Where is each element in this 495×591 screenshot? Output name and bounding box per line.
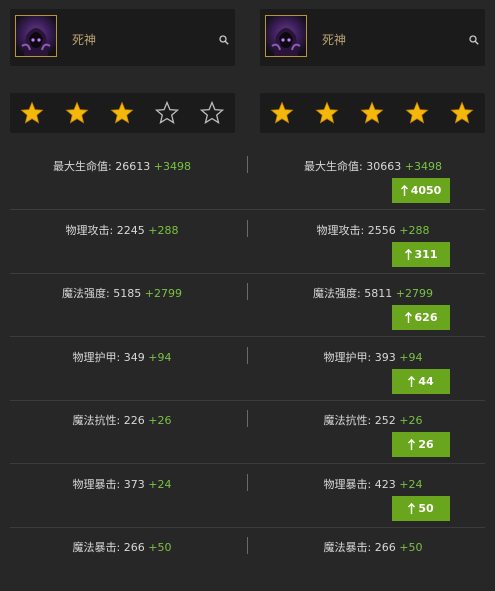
star-empty-icon[interactable] (155, 101, 179, 125)
star-filled-icon[interactable] (315, 101, 339, 125)
star-filled-icon[interactable] (110, 101, 134, 125)
stat-label: 魔法抗性: 252 (323, 414, 396, 427)
stat-bonus: +50 (148, 541, 172, 554)
left-hero-selector[interactable]: 死神 (10, 9, 235, 66)
stat-label: 物理护甲: 393 (323, 351, 396, 364)
right-hero-selector[interactable]: 死神 (260, 9, 485, 66)
left-stat-value: 最大生命值: 26613 +3498 (53, 158, 191, 174)
star-filled-icon[interactable] (405, 101, 429, 125)
stat-bonus: +94 (148, 351, 172, 364)
left-stat-value: 物理暴击: 373 +24 (73, 476, 172, 492)
left-star-rating[interactable] (10, 93, 235, 133)
difference-value: 26 (418, 438, 434, 451)
stat-difference-badge: 311 (392, 242, 450, 267)
stat-row: 魔法抗性: 226 +26 魔法抗性: 252 +26 26 (0, 400, 495, 464)
star-filled-icon[interactable] (65, 101, 89, 125)
arrow-up-icon (408, 503, 416, 514)
column-divider (247, 347, 248, 364)
difference-value: 44 (418, 375, 434, 388)
left-stat-value: 魔法暴击: 266 +50 (73, 539, 172, 555)
arrow-up-icon (404, 312, 412, 323)
right-hero-avatar (265, 15, 307, 57)
stat-label: 最大生命值: 30663 (304, 160, 402, 173)
star-filled-icon[interactable] (20, 101, 44, 125)
right-stat-value: 魔法抗性: 252 +26 (324, 412, 423, 428)
right-stat-value: 物理攻击: 2556 +288 (317, 222, 430, 238)
stat-bonus: +94 (399, 351, 423, 364)
stat-bonus: +3498 (153, 160, 191, 173)
difference-value: 626 (414, 311, 438, 324)
stat-bonus: +288 (148, 224, 179, 237)
star-filled-icon[interactable] (270, 101, 294, 125)
stat-label: 物理暴击: 423 (323, 478, 396, 491)
stat-row: 最大生命值: 26613 +3498 最大生命值: 30663 +3498 4050 (0, 146, 495, 210)
stat-label: 魔法暴击: 266 (72, 541, 145, 554)
column-divider (247, 156, 248, 173)
arrow-up-icon (404, 249, 412, 260)
right-stat-value: 魔法强度: 5811 +2799 (313, 285, 433, 301)
left-hero-name: 死神 (72, 33, 97, 47)
star-filled-icon[interactable] (360, 101, 384, 125)
difference-value: 311 (414, 248, 438, 261)
left-hero-avatar (15, 15, 57, 57)
stat-bonus: +24 (399, 478, 423, 491)
stat-label: 物理护甲: 349 (72, 351, 145, 364)
right-hero-name: 死神 (322, 33, 347, 47)
stat-row: 物理护甲: 349 +94 物理护甲: 393 +94 44 (0, 337, 495, 401)
column-divider (247, 537, 248, 554)
stat-row: 物理攻击: 2245 +288 物理攻击: 2556 +288 311 (0, 210, 495, 274)
column-divider (247, 220, 248, 237)
left-stat-value: 物理护甲: 349 +94 (73, 349, 172, 365)
right-star-rating[interactable] (260, 93, 485, 133)
left-stat-value: 物理攻击: 2245 +288 (66, 222, 179, 238)
right-stat-value: 物理暴击: 423 +24 (324, 476, 423, 492)
search-icon[interactable] (469, 35, 479, 45)
stat-difference-badge: 4050 (392, 178, 450, 203)
stat-bonus: +288 (399, 224, 430, 237)
difference-value: 4050 (410, 184, 442, 197)
stat-row: 魔法暴击: 266 +50 魔法暴击: 266 +50 (0, 527, 495, 591)
stat-difference-badge: 44 (392, 369, 450, 394)
stat-bonus: +2799 (395, 287, 433, 300)
stat-difference-badge: 50 (392, 496, 450, 521)
stat-label: 物理攻击: 2245 (65, 224, 145, 237)
stat-label: 最大生命值: 26613 (53, 160, 151, 173)
stat-bonus: +3498 (404, 160, 442, 173)
stat-bonus: +50 (399, 541, 423, 554)
right-stat-value: 最大生命值: 30663 +3498 (304, 158, 442, 174)
stat-bonus: +26 (399, 414, 423, 427)
right-stat-value: 物理护甲: 393 +94 (324, 349, 423, 365)
stat-label: 物理攻击: 2556 (316, 224, 396, 237)
stat-bonus: +24 (148, 478, 172, 491)
stat-difference-badge: 626 (392, 305, 450, 330)
arrow-up-icon (400, 185, 408, 196)
column-divider (247, 283, 248, 300)
stat-bonus: +26 (148, 414, 172, 427)
column-divider (247, 474, 248, 491)
stat-label: 物理暴击: 373 (72, 478, 145, 491)
stat-row: 魔法强度: 5185 +2799 魔法强度: 5811 +2799 626 (0, 273, 495, 337)
stat-row: 物理暴击: 373 +24 物理暴击: 423 +24 50 (0, 464, 495, 528)
stat-label: 魔法强度: 5185 (62, 287, 142, 300)
difference-value: 50 (418, 502, 434, 515)
search-icon[interactable] (219, 35, 229, 45)
left-stat-value: 魔法抗性: 226 +26 (73, 412, 172, 428)
stat-bonus: +2799 (144, 287, 182, 300)
stat-label: 魔法暴击: 266 (323, 541, 396, 554)
stat-label: 魔法抗性: 226 (72, 414, 145, 427)
stat-difference-badge: 26 (392, 432, 450, 457)
right-stat-value: 魔法暴击: 266 +50 (324, 539, 423, 555)
column-divider (247, 410, 248, 427)
arrow-up-icon (408, 376, 416, 387)
star-filled-icon[interactable] (450, 101, 474, 125)
star-empty-icon[interactable] (200, 101, 224, 125)
left-stat-value: 魔法强度: 5185 +2799 (62, 285, 182, 301)
stat-label: 魔法强度: 5811 (313, 287, 393, 300)
arrow-up-icon (408, 439, 416, 450)
